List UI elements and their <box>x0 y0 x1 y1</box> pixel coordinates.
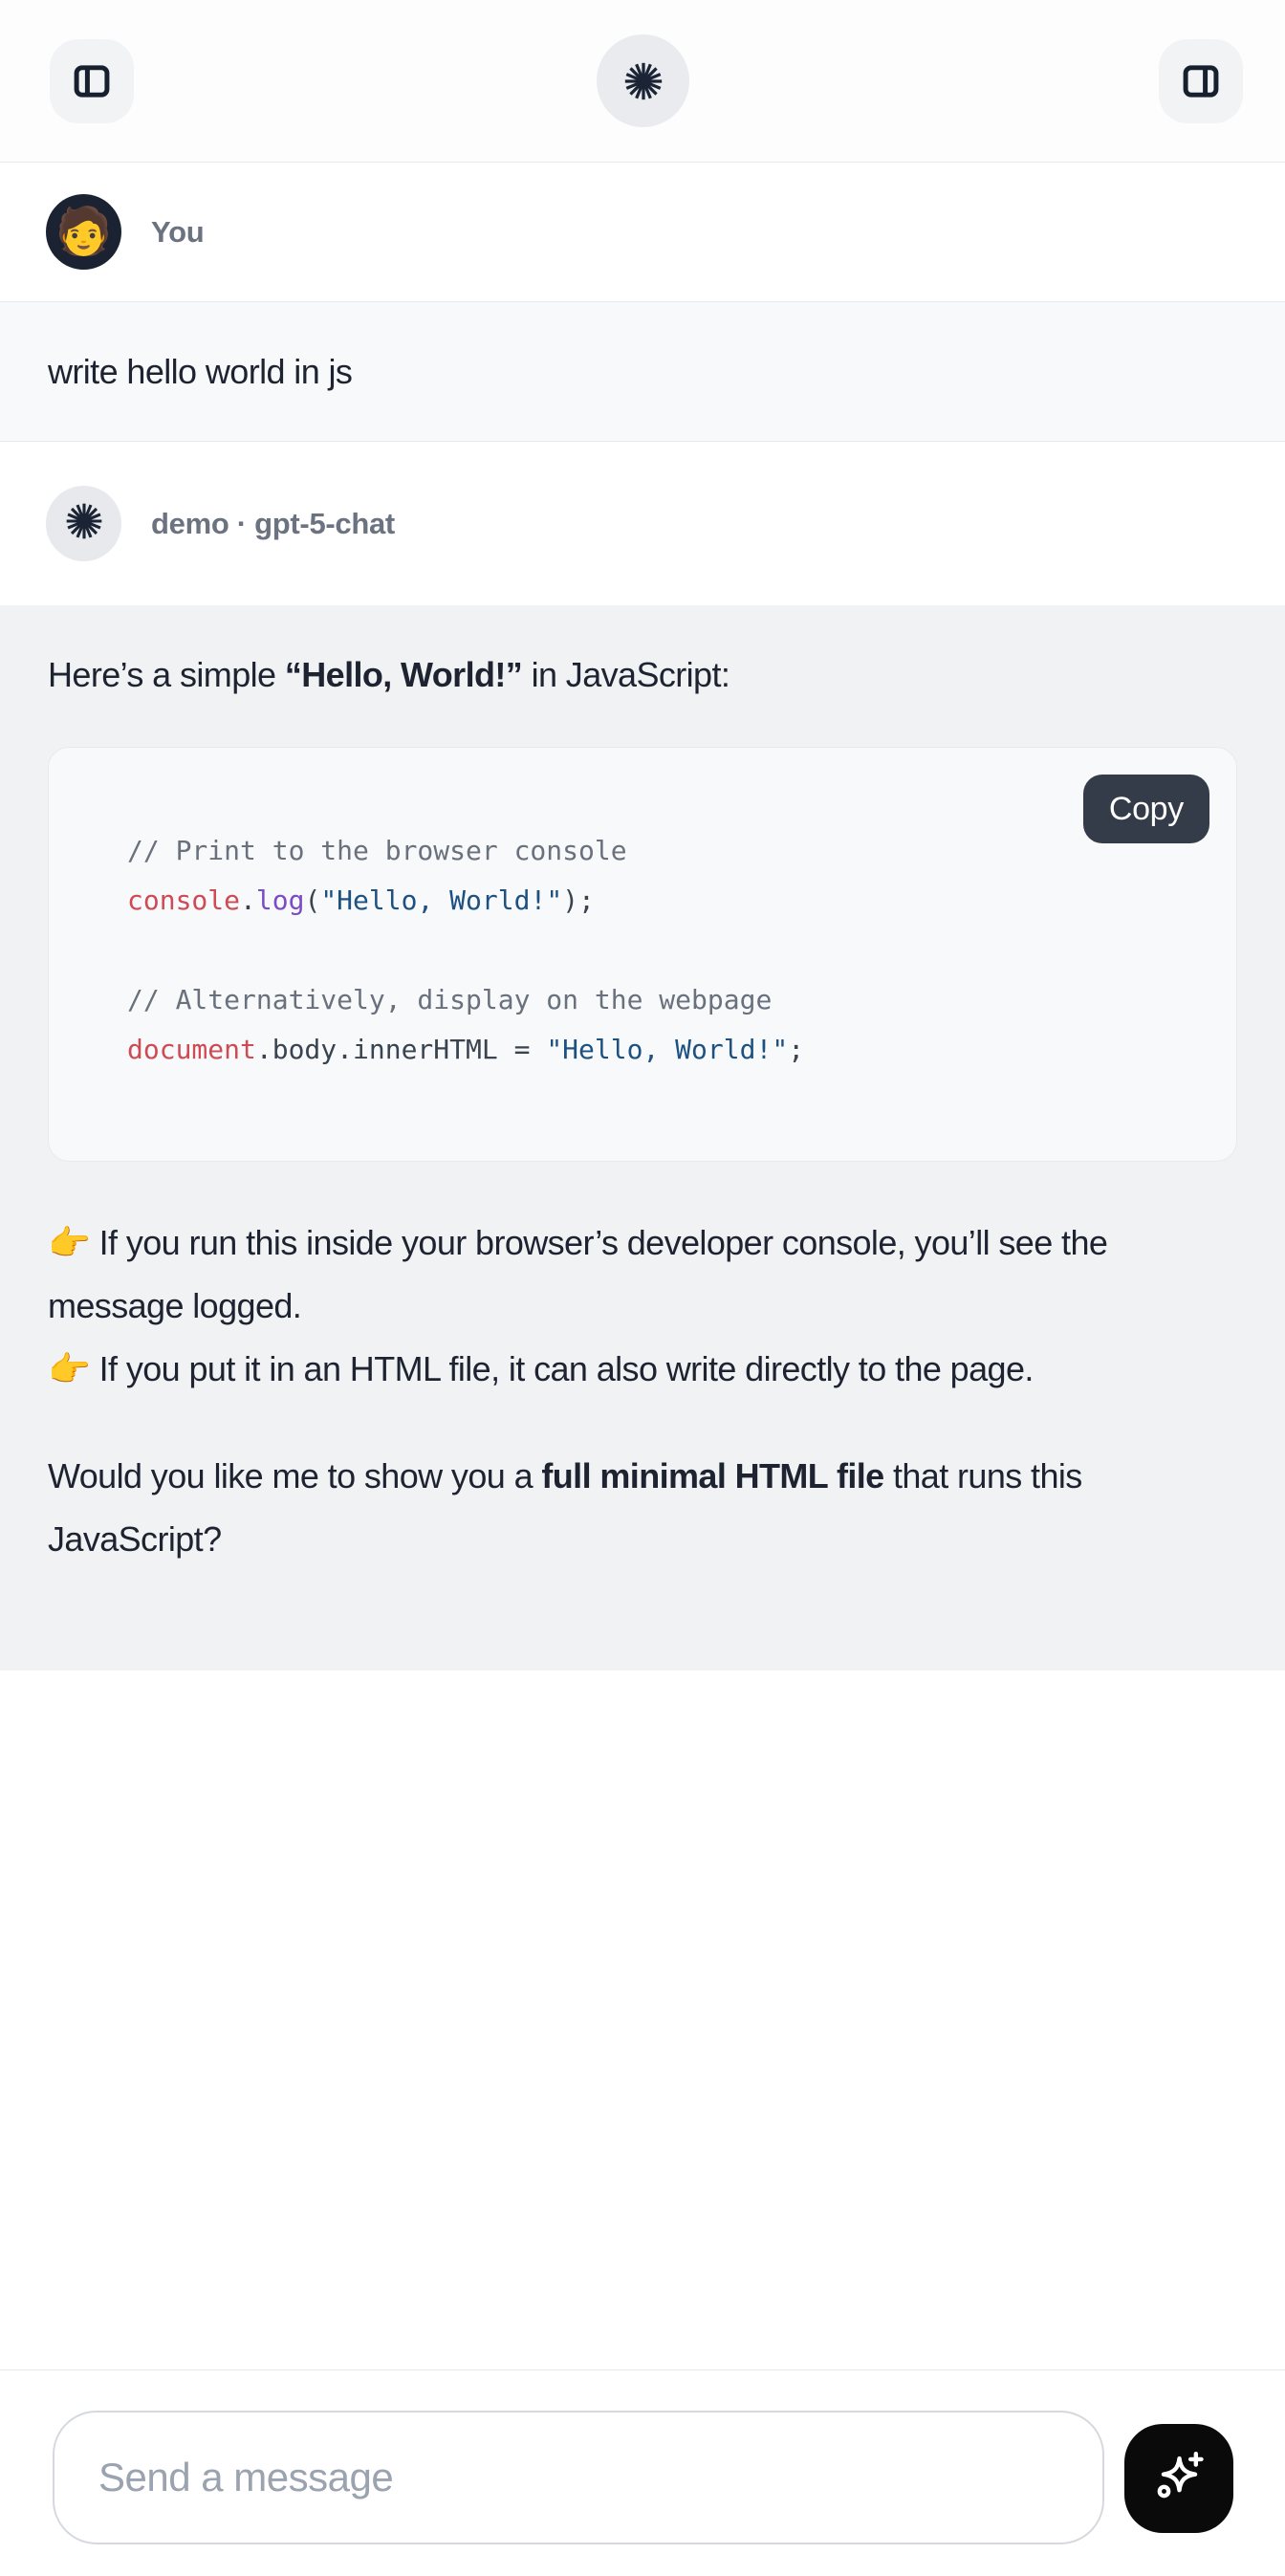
user-message: 🧑 You write hello world in js <box>0 163 1285 442</box>
code-token: . <box>240 884 256 916</box>
user-message-text: write hello world in js <box>48 352 352 392</box>
tip-line: 👉 If you run this inside your browser’s … <box>48 1223 1107 1325</box>
question-bold: full minimal HTML file <box>541 1456 883 1495</box>
panel-right-icon <box>1179 59 1223 103</box>
panel-left-icon <box>70 59 114 103</box>
starburst-icon <box>621 59 665 103</box>
code-token: "Hello, World!" <box>320 884 562 916</box>
send-button[interactable] <box>1124 2424 1233 2533</box>
user-message-band: write hello world in js <box>0 301 1285 442</box>
starburst-icon <box>63 500 105 547</box>
assistant-question-paragraph: Would you like me to show you a full min… <box>48 1445 1220 1571</box>
copy-code-button[interactable]: Copy <box>1083 775 1209 843</box>
message-input[interactable] <box>53 2411 1104 2544</box>
code-token: ; <box>788 1034 804 1065</box>
code-token: "Hello, World!" <box>546 1034 788 1065</box>
intro-prefix: Here’s a simple <box>48 655 285 694</box>
intro-bold: “Hello, World!” <box>285 655 522 694</box>
assistant-message-body: Here’s a simple “Hello, World!” in JavaS… <box>0 605 1285 1670</box>
code-token: log <box>256 884 305 916</box>
assistant-tips-paragraph: 👉 If you run this inside your browser’s … <box>48 1212 1220 1401</box>
question-prefix: Would you like me to show you a <box>48 1456 541 1495</box>
intro-suffix: in JavaScript: <box>522 655 730 694</box>
code-token: console <box>127 884 240 916</box>
code-token: document <box>127 1034 256 1065</box>
assistant-sender-label: demo · gpt-5-chat <box>151 507 395 541</box>
composer-bar <box>0 2369 1285 2576</box>
toggle-left-sidebar-button[interactable] <box>50 39 134 123</box>
code-token: ( <box>304 884 320 916</box>
chat-app: 🧑 You write hello world in js <box>0 0 1285 2576</box>
user-avatar-emoji: 🧑 <box>55 209 113 255</box>
code-block: Copy // Print to the browser console con… <box>48 747 1237 1162</box>
code-token: .body.innerHTML <box>256 1034 498 1065</box>
assistant-message: demo · gpt-5-chat Here’s a simple “Hello… <box>0 442 1285 1670</box>
code-token: ); <box>562 884 595 916</box>
code-token: = <box>498 1034 547 1065</box>
model-badge-button[interactable] <box>597 34 689 127</box>
code-comment: // Alternatively, display on the webpage <box>127 984 772 1015</box>
user-message-header: 🧑 You <box>0 163 1285 301</box>
top-bar <box>0 0 1285 163</box>
toggle-right-panel-button[interactable] <box>1159 39 1243 123</box>
code-comment: // Print to the browser console <box>127 835 627 866</box>
sparkle-icon <box>1149 2448 1209 2510</box>
assistant-intro-paragraph: Here’s a simple “Hello, World!” in JavaS… <box>48 644 1220 707</box>
code-content: // Print to the browser console console.… <box>49 748 1236 1075</box>
tip-line: 👉 If you put it in an HTML file, it can … <box>48 1349 1034 1388</box>
assistant-avatar <box>46 486 121 561</box>
user-avatar: 🧑 <box>46 194 121 270</box>
user-sender-label: You <box>151 215 204 250</box>
assistant-message-header: demo · gpt-5-chat <box>0 442 1285 605</box>
